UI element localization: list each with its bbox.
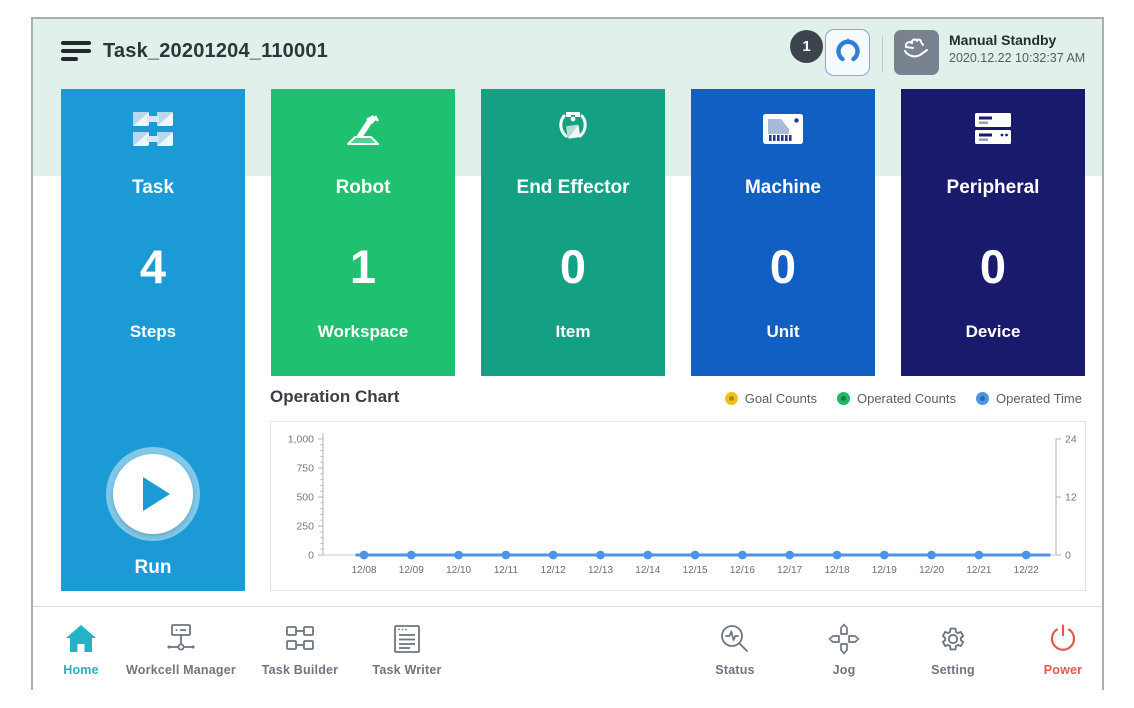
card-end-effector-value: 0	[481, 239, 665, 294]
power-icon	[997, 619, 1129, 659]
legend-operated-time: Operated Time	[976, 391, 1082, 406]
operated-time-dot-icon	[976, 392, 989, 405]
svg-text:0: 0	[308, 550, 314, 562]
svg-text:12/08: 12/08	[351, 565, 376, 576]
card-task-label: Task	[61, 177, 245, 199]
gripper-icon	[481, 105, 665, 153]
card-end-effector[interactable]: End Effector 0 Item	[481, 89, 665, 376]
bottom-navigation: Home Workcell Manager	[33, 606, 1102, 690]
svg-text:12/11: 12/11	[494, 565, 519, 576]
nav-power[interactable]: Power	[997, 619, 1129, 677]
card-robot-value: 1	[271, 239, 455, 294]
svg-text:250: 250	[296, 521, 314, 533]
task-writer-icon	[341, 619, 473, 659]
svg-text:12/09: 12/09	[399, 565, 424, 576]
card-task-unit: Steps	[61, 322, 245, 342]
svg-text:12/17: 12/17	[777, 565, 802, 576]
peripheral-icon	[901, 105, 1085, 153]
gripper-rotation-icon	[834, 36, 862, 69]
svg-text:750: 750	[296, 463, 314, 475]
chart-legend: Goal Counts Operated Counts Operated Tim…	[725, 391, 1082, 406]
operation-chart-title: Operation Chart	[270, 387, 399, 407]
svg-text:12/21: 12/21	[966, 565, 991, 576]
workcell-manager-icon	[115, 619, 247, 659]
task-title: Task_20201204_110001	[103, 40, 328, 63]
operated-counts-dot-icon	[837, 392, 850, 405]
svg-text:12/12: 12/12	[541, 565, 566, 576]
svg-text:12/20: 12/20	[919, 565, 944, 576]
nav-workcell-manager[interactable]: Workcell Manager	[115, 619, 247, 677]
menu-button[interactable]	[61, 41, 91, 65]
svg-text:12/22: 12/22	[1014, 565, 1039, 576]
card-end-effector-label: End Effector	[481, 177, 665, 199]
card-end-effector-unit: Item	[481, 322, 665, 342]
operation-chart-plot: 0 250 500 750 1,000 0 12 24 12/08 12/09 12/10 12/11…	[271, 422, 1085, 590]
screen: Task_20201204_110001 1	[0, 0, 1134, 708]
card-task-value: 4	[61, 239, 245, 294]
card-robot-unit: Workspace	[271, 322, 455, 342]
card-machine[interactable]: Machine 0 Unit	[691, 89, 875, 376]
nav-task-writer[interactable]: Task Writer	[341, 619, 473, 677]
svg-text:12/18: 12/18	[824, 565, 849, 576]
svg-text:12/13: 12/13	[588, 565, 613, 576]
app-frame: Task_20201204_110001 1	[31, 17, 1104, 690]
card-task[interactable]: Task 4 Steps Run	[61, 89, 245, 591]
svg-text:12/14: 12/14	[635, 565, 660, 576]
svg-text:12/15: 12/15	[683, 565, 708, 576]
header-divider	[882, 36, 883, 72]
machine-icon	[691, 105, 875, 153]
card-machine-value: 0	[691, 239, 875, 294]
notification-count-badge: 1	[790, 30, 823, 63]
card-peripheral-value: 0	[901, 239, 1085, 294]
menu-icon	[61, 41, 91, 45]
svg-text:0: 0	[1065, 550, 1071, 562]
datetime-label: 2020.12.22 10:32:37 AM	[949, 51, 1085, 65]
robot-mode-label: Manual Standby	[949, 32, 1085, 48]
play-icon	[143, 477, 170, 511]
card-peripheral[interactable]: Peripheral 0 Device	[901, 89, 1085, 376]
robot-status: Manual Standby 2020.12.22 10:32:37 AM	[949, 32, 1085, 65]
card-peripheral-label: Peripheral	[901, 177, 1085, 199]
card-machine-label: Machine	[691, 177, 875, 199]
svg-text:12/16: 12/16	[730, 565, 755, 576]
svg-text:1,000: 1,000	[288, 434, 314, 446]
robot-arm-icon	[271, 105, 455, 153]
run-button[interactable]: Run	[61, 447, 245, 579]
task-steps-icon	[61, 105, 245, 153]
operation-chart: 0 250 500 750 1,000 0 12 24 12/08 12/09 12/10 12/11…	[270, 421, 1086, 591]
svg-text:12: 12	[1065, 492, 1077, 504]
svg-text:24: 24	[1065, 434, 1077, 446]
svg-text:500: 500	[296, 492, 314, 504]
card-peripheral-unit: Device	[901, 322, 1085, 342]
run-label: Run	[135, 557, 172, 579]
card-machine-unit: Unit	[691, 322, 875, 342]
svg-text:12/19: 12/19	[872, 565, 897, 576]
legend-goal-counts: Goal Counts	[725, 391, 817, 406]
manual-mode-tile	[894, 30, 939, 75]
goal-counts-dot-icon	[725, 392, 738, 405]
legend-operated-counts: Operated Counts	[837, 391, 956, 406]
svg-text:12/10: 12/10	[446, 565, 471, 576]
card-robot-label: Robot	[271, 177, 455, 199]
hand-guide-icon	[902, 36, 932, 69]
servo-gripper-button[interactable]	[825, 29, 870, 76]
card-robot[interactable]: Robot 1 Workspace	[271, 89, 455, 376]
